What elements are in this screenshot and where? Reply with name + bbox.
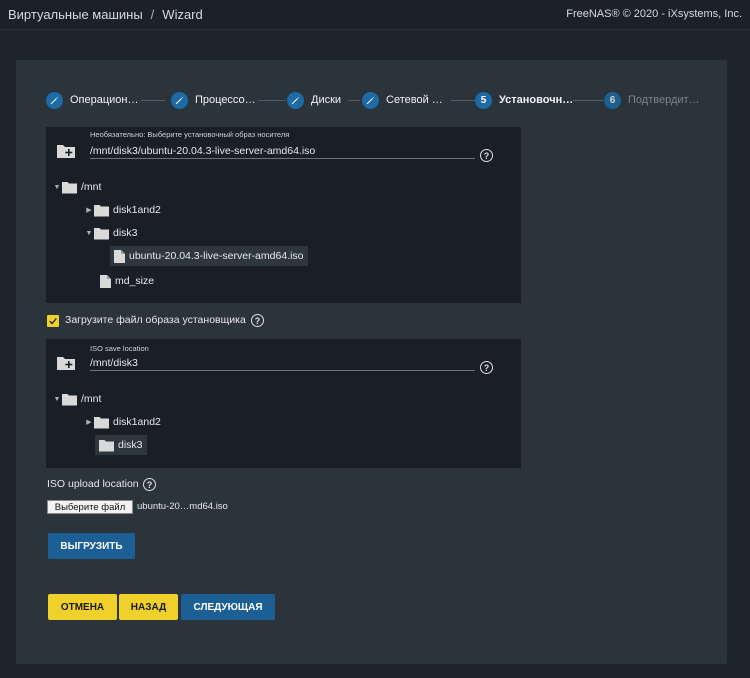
breadcrumb-root[interactable]: Виртуальные машины	[8, 7, 143, 22]
add-folder-icon[interactable]	[56, 143, 76, 159]
pencil-icon	[171, 91, 188, 109]
step-number: 6	[604, 91, 621, 109]
brand-copyright: FreeNAS® © 2020 - iXsystems, Inc.	[566, 8, 742, 20]
folder-icon	[99, 439, 114, 451]
folder-icon	[94, 204, 109, 216]
upload-checkbox-label[interactable]: Загрузите файл образа установщика	[65, 314, 246, 326]
step-confirm[interactable]: 6 Подтвердит…	[604, 90, 700, 110]
step-label: Сетевой …	[386, 94, 443, 106]
help-icon[interactable]: ?	[251, 314, 264, 327]
choose-file-button[interactable]: Выберите файл	[47, 500, 133, 514]
iso-save-hint: ISO save location	[90, 344, 149, 353]
back-button[interactable]: НАЗАД	[119, 594, 178, 620]
step-connector	[258, 100, 286, 101]
step-label: Операцион…	[70, 94, 139, 106]
pencil-icon	[46, 91, 63, 109]
step-install-media[interactable]: 5 Установочн…	[475, 90, 573, 110]
step-os[interactable]: Операцион…	[46, 90, 139, 110]
step-disks[interactable]: Диски	[287, 90, 341, 110]
install-media-hint: Необязательно: Выберите установочный обр…	[90, 130, 290, 139]
step-connector	[141, 100, 165, 101]
tree-label: disk1and2	[113, 204, 161, 216]
iso-upload-label: ISO upload location	[47, 478, 139, 490]
selected-file-name: ubuntu-20…md64.iso	[137, 501, 228, 512]
tree-label: disk1and2	[113, 416, 161, 428]
step-cpu[interactable]: Процессо…	[171, 90, 256, 110]
step-label: Подтвердит…	[628, 94, 700, 106]
wizard-card: Операцион… Процессо… Диски Сетевой … 5 У…	[16, 60, 727, 664]
step-connector	[451, 100, 475, 101]
folder-icon	[94, 416, 109, 428]
tree-label: ubuntu-20.04.3-live-server-amd64.iso	[129, 250, 304, 262]
step-connector	[573, 100, 603, 101]
pencil-icon	[362, 91, 379, 109]
step-label: Диски	[311, 94, 342, 106]
step-label: Установочн…	[499, 94, 574, 106]
stepper: Операцион… Процессо… Диски Сетевой … 5 У…	[46, 90, 716, 110]
file-icon	[100, 274, 111, 288]
add-folder-icon[interactable]	[56, 355, 76, 371]
caret-right-icon[interactable]: ▶	[84, 418, 94, 426]
breadcrumb: Виртуальные машины / Wizard	[8, 7, 203, 22]
top-bar: Виртуальные машины / Wizard FreeNAS® © 202…	[0, 0, 750, 30]
checkmark-icon	[49, 318, 57, 325]
help-icon[interactable]: ?	[143, 478, 156, 491]
tree-node-mnt[interactable]: ▼ /mnt	[52, 178, 101, 196]
iso-save-panel: ISO save location /mnt/disk3 ? ▼ /mnt ▶ …	[46, 339, 521, 468]
caret-right-icon[interactable]: ▶	[84, 206, 94, 214]
tree-label: disk3	[113, 227, 138, 239]
help-icon[interactable]: ?	[480, 149, 493, 162]
caret-down-icon[interactable]: ▼	[84, 230, 94, 237]
tree-node-mnt[interactable]: ▼ /mnt	[52, 390, 101, 408]
step-connector	[348, 100, 360, 101]
tree-node-disk3[interactable]: ▼ disk3	[84, 224, 138, 242]
tree-node-disk1and2[interactable]: ▶ disk1and2	[84, 413, 161, 431]
folder-icon	[94, 227, 109, 239]
breadcrumb-current: Wizard	[162, 7, 203, 22]
upload-button[interactable]: ВЫГРУЗИТЬ	[48, 533, 135, 559]
install-media-panel: Необязательно: Выберите установочный обр…	[46, 127, 521, 303]
step-network[interactable]: Сетевой …	[362, 90, 443, 110]
step-label: Процессо…	[195, 94, 256, 106]
caret-down-icon[interactable]: ▼	[52, 184, 62, 191]
pencil-icon	[287, 91, 304, 109]
breadcrumb-separator: /	[150, 7, 155, 22]
help-icon[interactable]: ?	[480, 361, 493, 374]
file-icon	[114, 249, 125, 263]
tree-label: disk3	[118, 439, 143, 451]
tree-label: /mnt	[81, 181, 102, 193]
tree-label: /mnt	[81, 393, 102, 405]
upload-checkbox[interactable]	[47, 315, 59, 327]
tree-node-disk3[interactable]: disk3	[95, 435, 147, 455]
next-button[interactable]: СЛЕДУЮЩАЯ	[181, 594, 275, 620]
install-media-input[interactable]: /mnt/disk3/ubuntu-20.04.3-live-server-am…	[90, 144, 475, 159]
caret-down-icon[interactable]: ▼	[52, 396, 62, 403]
step-number: 5	[475, 91, 492, 109]
folder-icon	[62, 181, 77, 193]
cancel-button[interactable]: ОТМЕНА	[48, 594, 117, 620]
tree-node-iso-file[interactable]: ubuntu-20.04.3-live-server-amd64.iso	[110, 246, 308, 266]
tree-node-md-size[interactable]: md_size	[100, 272, 154, 290]
tree-node-disk1and2[interactable]: ▶ disk1and2	[84, 201, 161, 219]
checkbox-label-text: Загрузите файл образа установщика	[65, 314, 246, 326]
iso-save-input[interactable]: /mnt/disk3	[90, 356, 475, 371]
tree-label: md_size	[115, 275, 155, 287]
folder-icon	[62, 393, 77, 405]
